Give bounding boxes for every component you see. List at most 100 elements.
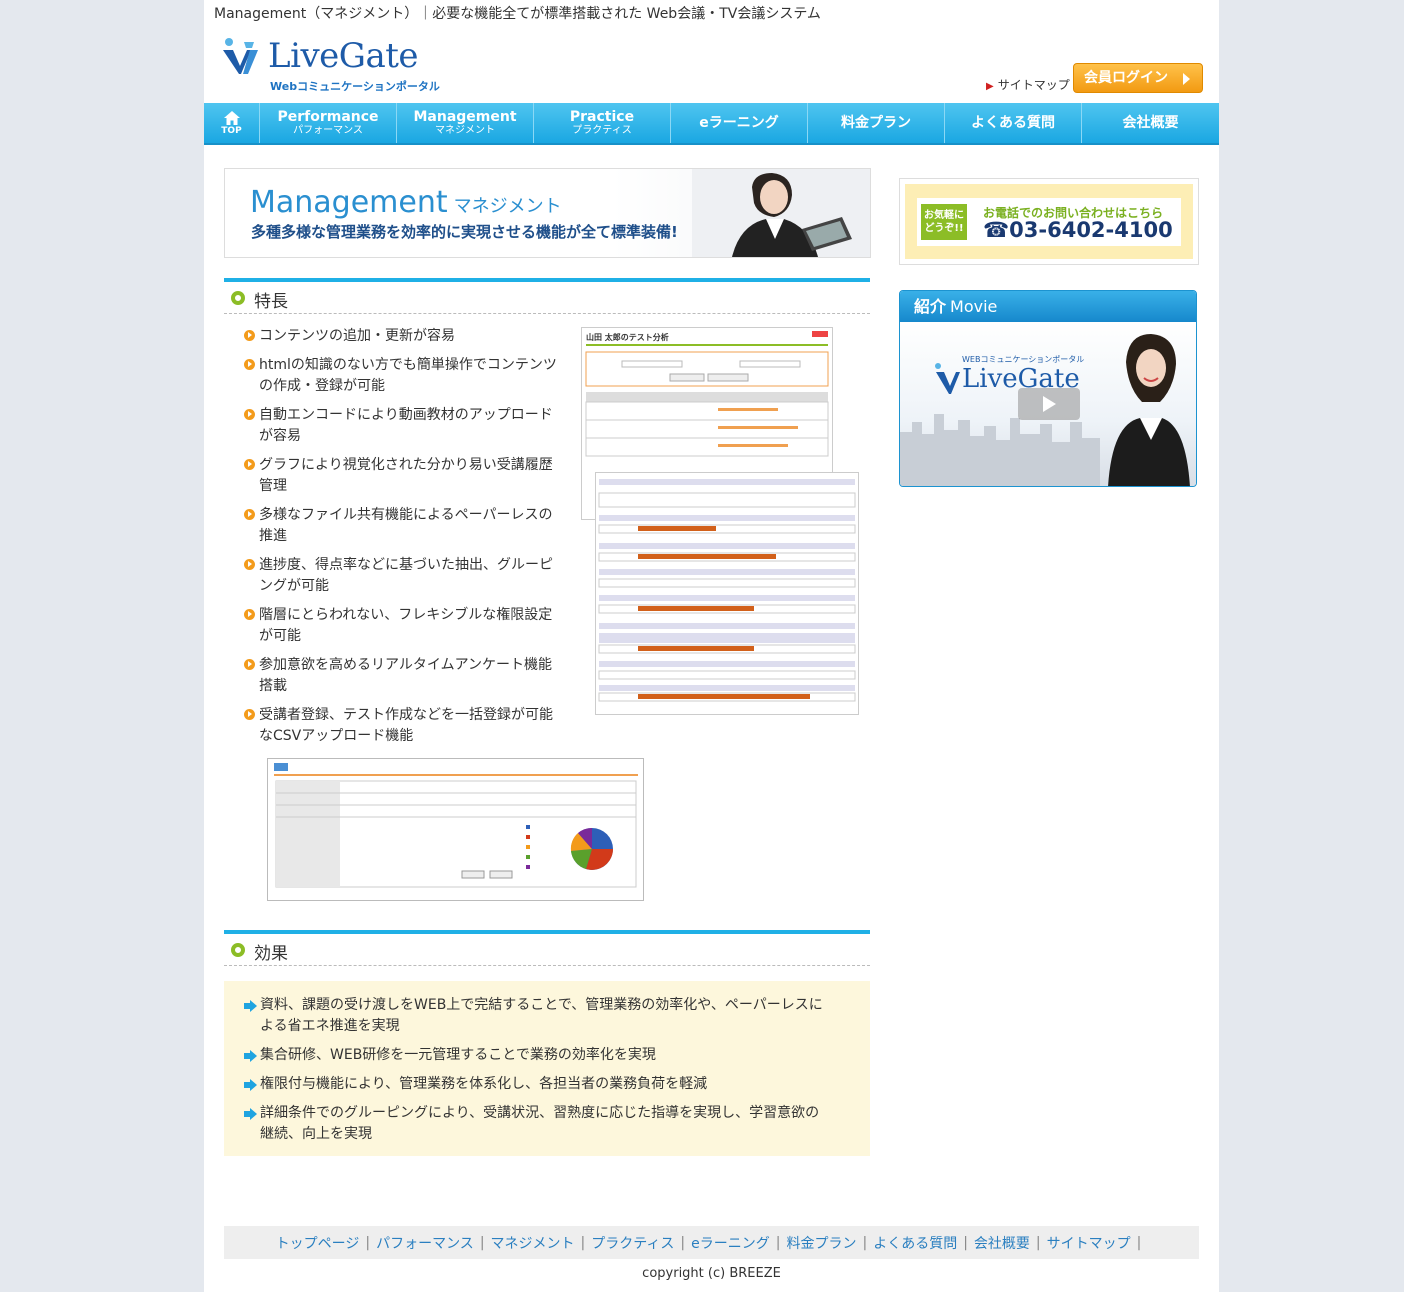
- nav-item-management[interactable]: Management マネジメント: [397, 103, 534, 143]
- footer-link-top[interactable]: トップページ: [276, 1233, 360, 1253]
- survey-pie-mock: [274, 763, 638, 888]
- list-item: 資料、課題の受け渡しをWEB上で完結することで、管理業務の効率化や、ペーパーレス…: [244, 995, 830, 1037]
- feature-text: 参加意欲を高めるリアルタイムアンケート機能搭載: [259, 657, 553, 694]
- play-arrow-icon: [1183, 73, 1190, 85]
- login-label: 会員ログイン: [1084, 70, 1168, 86]
- footer-nav: トップページ | パフォーマンス | マネジメント | プラクティス | eラーニング |…: [224, 1226, 1199, 1259]
- feature-text: 自動エンコードにより動画教材のアップロードが容易: [259, 407, 553, 444]
- movie-title-en: Movie: [950, 297, 998, 316]
- sitemap-link[interactable]: ▶ サイトマップ: [986, 76, 1070, 93]
- management-banner: Management マネジメント 多種多様な管理業務を効率的に実現させる機能が全…: [224, 168, 871, 258]
- footer-link-pricing[interactable]: 料金プラン: [786, 1233, 856, 1253]
- red-arrow-icon: ▶: [986, 81, 994, 92]
- effect-text: 集合研修、WEB研修を一元管理することで業務の効率化を実現: [260, 1047, 656, 1063]
- movie-logo-text: LiveGate: [962, 364, 1080, 394]
- effect-text: 資料、課題の受け渡しをWEB上で完結することで、管理業務の効率化や、ペーパーレス…: [260, 997, 823, 1034]
- footer-separator: |: [580, 1234, 586, 1251]
- orange-bullet-icon: [244, 330, 255, 341]
- list-item: htmlの知識のない方でも簡単操作でコンテンツの作成・登録が可能: [244, 355, 564, 397]
- footer-link-practice[interactable]: プラクティス: [591, 1233, 674, 1253]
- footer-separator: |: [365, 1234, 371, 1251]
- nav-main-label: よくある質問: [971, 114, 1055, 131]
- footer-separator: |: [680, 1234, 686, 1251]
- green-circle-icon: [231, 943, 245, 957]
- green-circle-icon: [231, 291, 245, 305]
- logo-text: LiveGate: [268, 36, 419, 76]
- effect-text: 権限付与機能により、管理業務を体系化し、各担当者の業務負荷を軽減: [260, 1076, 708, 1092]
- nav-main-label: Management: [413, 109, 517, 125]
- member-login-button[interactable]: 会員ログイン: [1073, 63, 1203, 93]
- movie-header: 紹介 Movie: [900, 291, 1196, 322]
- phone-card: お気軽にどうぞ!! お電話でのお問い合わせはこちら ☎03-6402-4100: [917, 198, 1181, 246]
- phone-number: ☎03-6402-4100: [983, 218, 1173, 242]
- banner-title: Management マネジメント: [250, 185, 562, 220]
- footer-link-elearning[interactable]: eラーニング: [691, 1233, 770, 1253]
- phone-badge: お気軽にどうぞ!!: [921, 204, 967, 240]
- feature-text: コンテンツの追加・更新が容易: [259, 328, 455, 344]
- nav-item-pricing[interactable]: 料金プラン: [808, 103, 945, 143]
- sitemap-label: サイトマップ: [997, 78, 1070, 92]
- features-list: コンテンツの追加・更新が容易 htmlの知識のない方でも簡単操作でコンテンツの作…: [244, 326, 564, 755]
- features-heading: 特長: [224, 278, 870, 314]
- orange-bullet-icon: [244, 609, 255, 620]
- footer-separator: |: [1136, 1234, 1142, 1251]
- feature-text: htmlの知識のない方でも簡単操作でコンテンツの作成・登録が可能: [259, 357, 557, 394]
- intro-movie-box: 紹介 Movie WEBコミュニケーションポータル LiveGate: [899, 290, 1197, 487]
- nav-main-label: Practice: [569, 109, 635, 125]
- list-item: 詳細条件でのグルーピングにより、受講状況、習熟度に応じた指導を実現し、学習意欲の…: [244, 1103, 830, 1145]
- businesswoman-photo: [692, 169, 870, 257]
- effects-heading-text: 効果: [254, 944, 288, 964]
- phone-banner-inner: お気軽にどうぞ!! お電話でのお問い合わせはこちら ☎03-6402-4100: [905, 184, 1193, 259]
- page: Management（マネジメント）｜必要な機能全てが標準搭載された Web会議…: [204, 0, 1219, 1292]
- nav-main-label: Performance: [277, 109, 379, 125]
- movie-player[interactable]: WEBコミュニケーションポータル LiveGate: [900, 322, 1196, 486]
- movie-thumbnail: [900, 334, 1190, 486]
- orange-bullet-icon: [244, 709, 255, 720]
- footer-link-company[interactable]: 会社概要: [974, 1233, 1030, 1253]
- feature-text: グラフにより視覚化された分かり易い受講履歴管理: [259, 457, 553, 494]
- effects-heading: 効果: [224, 930, 870, 966]
- nav-item-top[interactable]: TOP: [204, 103, 260, 143]
- nav-main-label: 料金プラン: [841, 114, 911, 131]
- feature-text: 進捗度、得点率などに基づいた抽出、グルーピングが可能: [259, 557, 553, 594]
- progress-bars-mock: [598, 479, 856, 702]
- list-item: 受講者登録、テスト作成などを一括登録が可能なCSVアップロード機能: [244, 705, 564, 747]
- footer-separator: |: [862, 1234, 868, 1251]
- footer-link-sitemap[interactable]: サイトマップ: [1047, 1233, 1131, 1253]
- phone-contact-banner[interactable]: お気軽にどうぞ!! お電話でのお問い合わせはこちら ☎03-6402-4100: [899, 178, 1199, 265]
- orange-bullet-icon: [244, 359, 255, 370]
- logo-subtitle: Webコミュニケーションポータル: [270, 80, 440, 93]
- nav-item-elearning[interactable]: eラーニング: [671, 103, 808, 143]
- nav-sub-label: プラクティス: [572, 125, 632, 136]
- logo-mark-icon: [223, 38, 258, 74]
- course-progress-screenshot: [595, 472, 859, 715]
- footer-link-faq[interactable]: よくある質問: [873, 1233, 957, 1253]
- list-item: 自動エンコードにより動画教材のアップロードが容易: [244, 405, 564, 447]
- banner-subtitle: 多種多様な管理業務を効率的に実現させる機能が全て標準装備!: [251, 223, 678, 241]
- list-item: グラフにより視覚化された分かり易い受講履歴管理: [244, 455, 564, 497]
- footer-link-management[interactable]: マネジメント: [491, 1233, 575, 1253]
- nav-sub-label: マネジメント: [435, 125, 495, 136]
- list-item: 参加意欲を高めるリアルタイムアンケート機能搭載: [244, 655, 564, 697]
- footer-link-performance[interactable]: パフォーマンス: [376, 1233, 474, 1253]
- effects-box: 資料、課題の受け渡しをWEB上で完結することで、管理業務の効率化や、ペーパーレス…: [224, 981, 870, 1156]
- global-nav: TOP Performance パフォーマンス Management マネジメン…: [204, 103, 1219, 145]
- nav-main-label: 会社概要: [1122, 114, 1179, 131]
- nav-sub-label: パフォーマンス: [293, 125, 363, 136]
- list-item: 多様なファイル共有機能によるペーパーレスの推進: [244, 505, 564, 547]
- footer-separator: |: [479, 1234, 485, 1251]
- list-item: 権限付与機能により、管理業務を体系化し、各担当者の業務負荷を軽減: [244, 1074, 830, 1095]
- nav-item-faq[interactable]: よくある質問: [945, 103, 1082, 143]
- survey-results-screenshot: [267, 758, 644, 901]
- orange-bullet-icon: [244, 509, 255, 520]
- nav-item-company[interactable]: 会社概要: [1082, 103, 1219, 143]
- nav-item-practice[interactable]: Practice プラクティス: [534, 103, 671, 143]
- home-icon: [223, 110, 240, 125]
- footer-separator: |: [963, 1234, 968, 1251]
- orange-bullet-icon: [244, 559, 255, 570]
- nav-item-performance[interactable]: Performance パフォーマンス: [260, 103, 397, 143]
- features-heading-text: 特長: [254, 292, 288, 312]
- orange-bullet-icon: [244, 659, 255, 670]
- list-item: 進捗度、得点率などに基づいた抽出、グルーピングが可能: [244, 555, 564, 597]
- logo[interactable]: LiveGate Webコミュニケーションポータル: [220, 32, 440, 93]
